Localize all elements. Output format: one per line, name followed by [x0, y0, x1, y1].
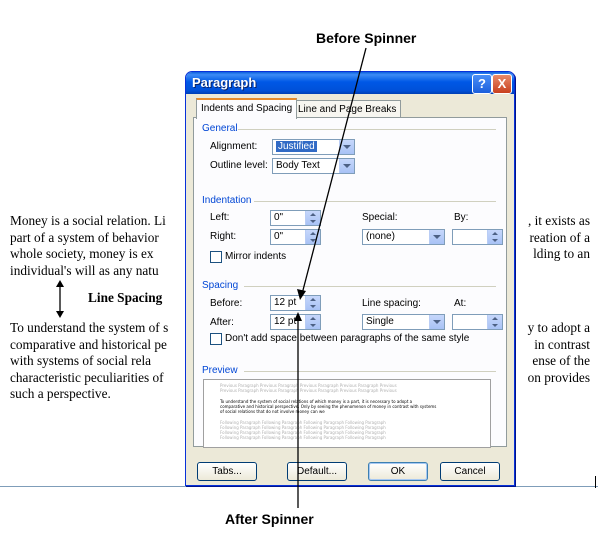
before-spinner-arrow-icon [297, 47, 367, 300]
callout-arrows [294, 47, 367, 508]
after-spinner-arrow-icon [294, 312, 302, 508]
tab-indents-and-spacing[interactable]: Indents and Spacing [196, 98, 298, 119]
